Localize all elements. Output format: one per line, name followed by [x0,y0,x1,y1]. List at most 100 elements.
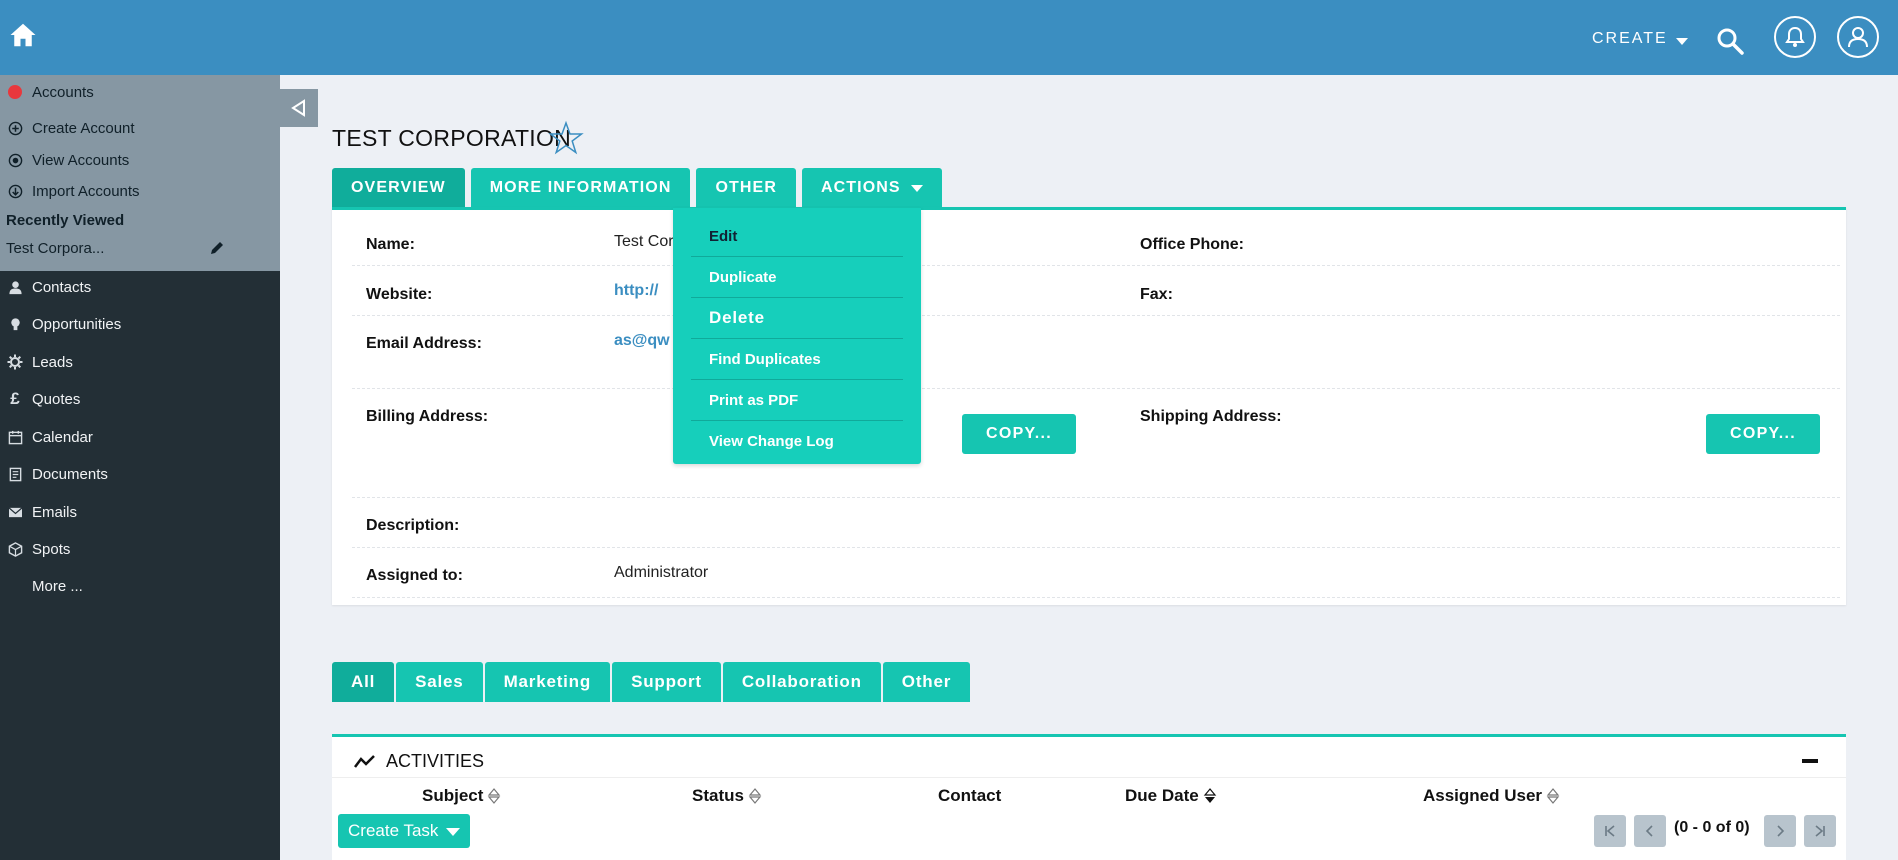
sidebar-item-quotes[interactable]: £ Quotes [6,389,80,408]
search-icon[interactable] [1714,25,1746,57]
detail-panel: Name: Test Cor Office Phone: Website: ht… [332,207,1846,605]
email-label: Email Address: [366,335,482,352]
name-value: Test Cor [614,233,674,250]
caret-down-icon [910,184,923,192]
sidebar-action-create-account[interactable]: Create Account [6,119,135,137]
recent-item-test-corporation[interactable]: Test Corpora... [6,240,104,257]
sidebar-item-more[interactable]: More ... [32,578,83,595]
import-accounts-label: Import Accounts [32,182,140,200]
column-header-subject[interactable]: Subject [422,786,501,806]
subtab-collaboration[interactable]: Collaboration [722,662,881,702]
contacts-label: Contacts [32,278,92,296]
menu-item-find-duplicates[interactable]: Find Duplicates [691,339,903,380]
opportunities-label: Opportunities [32,315,122,333]
activities-header[interactable]: ACTIVITIES [354,751,484,772]
copy-shipping-button[interactable]: COPY... [1706,414,1820,454]
create-menu-button[interactable]: CREATE [1592,30,1688,48]
column-header-assigned-user[interactable]: Assigned User [1423,786,1560,806]
record-tabs: OVERVIEW MORE INFORMATION OTHER ACTIONS [332,168,942,208]
sidebar-item-opportunities[interactable]: Opportunities [6,315,121,333]
documents-label: Documents [32,465,108,483]
row-divider [352,265,1840,266]
favorite-star-icon[interactable] [548,120,584,156]
top-navbar: CREATE [0,0,1898,75]
sort-icon [488,788,501,804]
email-link[interactable]: as@qw [614,332,670,350]
name-label: Name: [366,236,415,253]
user-profile-icon[interactable] [1837,16,1879,58]
tab-more-information[interactable]: MORE INFORMATION [470,168,691,208]
pound-icon: £ [10,389,20,408]
subtab-other[interactable]: Other [882,662,971,702]
sidebar-item-leads[interactable]: Leads [6,353,73,371]
column-label: Contact [938,786,1002,805]
tab-other[interactable]: OTHER [696,168,796,208]
subtab-support[interactable]: Support [612,662,721,702]
menu-item-delete[interactable]: Delete [691,298,903,339]
sidebar-item-documents[interactable]: Documents [6,465,108,483]
subtab-all[interactable]: All [332,662,395,702]
subtab-sales[interactable]: Sales [396,662,483,702]
activities-title: ACTIVITIES [386,751,485,771]
notification-bell-icon[interactable] [1774,16,1816,58]
lightbulb-icon [6,315,24,333]
caret-down-icon [1675,37,1688,45]
sidebar-action-import-accounts[interactable]: Import Accounts [6,182,140,200]
leads-label: Leads [32,353,73,371]
tab-actions[interactable]: ACTIONS [801,168,942,208]
person-icon [6,278,24,296]
calendar-label: Calendar [32,428,93,446]
sidebar-item-emails[interactable]: Emails [6,503,77,521]
spots-label: Spots [32,540,71,558]
billing-address-label: Billing Address: [366,408,489,425]
tab-label: OTHER [715,179,777,196]
sort-icon [1546,788,1560,804]
menu-item-edit[interactable]: Edit [691,216,903,257]
envelope-icon [6,503,24,521]
home-icon[interactable] [8,20,38,50]
sidebar: Accounts Create Account View Accounts Im… [0,75,280,860]
create-task-label: Create Task [348,821,439,840]
activities-trend-icon [354,754,375,768]
column-header-due-date[interactable]: Due Date [1125,786,1217,806]
minimize-icon[interactable] [1802,759,1818,763]
first-page-icon[interactable] [1594,815,1626,847]
website-link[interactable]: http:// [614,282,658,300]
edit-pencil-icon[interactable] [208,239,228,259]
sort-icon [748,788,762,804]
tab-label: MORE INFORMATION [489,179,672,196]
sidebar-action-view-accounts[interactable]: View Accounts [6,151,129,169]
recent-item-label: Test Corpora... [6,240,105,257]
tab-overview[interactable]: OVERVIEW [332,168,465,208]
more-label: More ... [32,578,83,595]
assigned-to-value: Administrator [614,564,709,581]
copy-billing-button[interactable]: COPY... [962,414,1076,454]
sidebar-item-spots[interactable]: Spots [6,540,70,558]
previous-page-icon[interactable] [1634,815,1666,847]
assigned-to-label: Assigned to: [366,567,463,584]
sidebar-item-accounts[interactable]: Accounts [6,83,94,101]
menu-item-view-change-log[interactable]: View Change Log [691,421,903,462]
column-label: Assigned User [1423,786,1543,805]
caret-down-icon [446,828,461,836]
sidebar-module-actions: Accounts Create Account View Accounts Im… [0,75,280,271]
create-task-button[interactable]: Create Task [338,814,471,848]
pagination-count: (0 - 0 of 0) [1674,819,1750,836]
create-account-label: Create Account [32,119,135,137]
triangle-left-icon [291,99,305,117]
subpanel-tabs: All Sales Marketing Support Collaboratio… [332,662,971,702]
tab-label: ACTIONS [820,179,901,196]
sidebar-item-calendar[interactable]: Calendar [6,428,93,446]
subtab-marketing[interactable]: Marketing [484,662,611,702]
menu-item-print-as-pdf[interactable]: Print as PDF [691,380,903,421]
create-label: CREATE [1592,30,1668,47]
column-header-status[interactable]: Status [692,786,762,806]
sidebar-module-label: Accounts [32,83,94,101]
sidebar-item-contacts[interactable]: Contacts [6,278,91,296]
next-page-icon[interactable] [1764,815,1796,847]
column-label: Due Date [1125,786,1199,805]
sidebar-collapse-button[interactable] [280,89,318,127]
last-page-icon[interactable] [1804,815,1836,847]
column-label: Status [692,786,744,805]
menu-item-duplicate[interactable]: Duplicate [691,257,903,298]
